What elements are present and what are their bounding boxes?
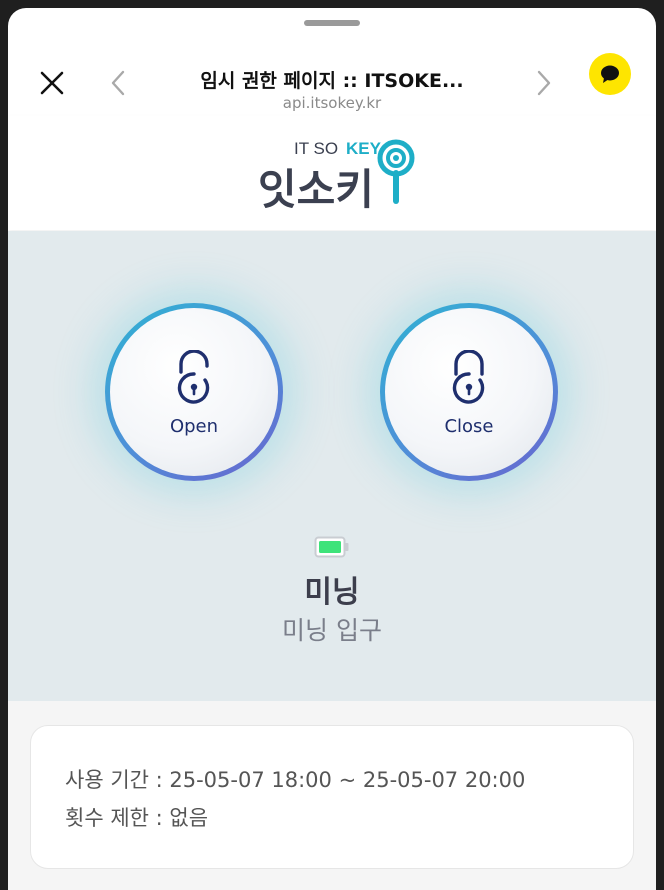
device-location: 미닝 입구 — [282, 616, 382, 645]
svg-text:KEY: KEY — [346, 139, 382, 158]
browser-header: 임시 권한 페이지 :: ITSOKE... api.itsokey.kr — [8, 34, 656, 117]
open-button[interactable]: Open — [105, 303, 283, 481]
battery-icon — [314, 536, 349, 558]
unlock-icon — [177, 350, 210, 404]
chevron-left-icon[interactable] — [108, 68, 128, 98]
control-panel: Open Close 미닝 미닝 입구 — [8, 231, 656, 701]
sheet-grabber-handle[interactable] — [304, 20, 360, 26]
lock-icon — [452, 350, 485, 404]
kakao-button[interactable] — [589, 53, 631, 95]
open-button-label: Open — [169, 416, 219, 437]
chat-bubble-icon — [601, 65, 619, 83]
page-url: api.itsokey.kr — [282, 94, 382, 112]
info-section: 사용 기간 : 25-05-07 18:00 ~ 25-05-07 20:00 … — [8, 701, 656, 890]
svg-text:IT SO: IT SO — [294, 139, 338, 158]
close-icon[interactable] — [38, 69, 66, 97]
chevron-right-icon[interactable] — [534, 68, 554, 98]
usage-limit: 횟수 제한 : 없음 — [65, 806, 209, 830]
usage-period: 사용 기간 : 25-05-07 18:00 ~ 25-05-07 20:00 — [65, 768, 526, 792]
close-button-label: Close — [444, 416, 494, 437]
bottom-sheet: 임시 권한 페이지 :: ITSOKE... api.itsokey.kr IT… — [8, 8, 656, 890]
logo-bar: IT SO KEY 잇소키 — [8, 116, 656, 230]
svg-text:잇소키: 잇소키 — [258, 165, 374, 214]
close-button[interactable]: Close — [380, 303, 558, 481]
device-name: 미닝 — [304, 575, 360, 610]
info-card: 사용 기간 : 25-05-07 18:00 ~ 25-05-07 20:00 … — [30, 725, 634, 869]
itsokey-logo: IT SO KEY 잇소키 — [258, 139, 415, 214]
page-title: 임시 권한 페이지 :: ITSOKE... — [200, 70, 464, 92]
